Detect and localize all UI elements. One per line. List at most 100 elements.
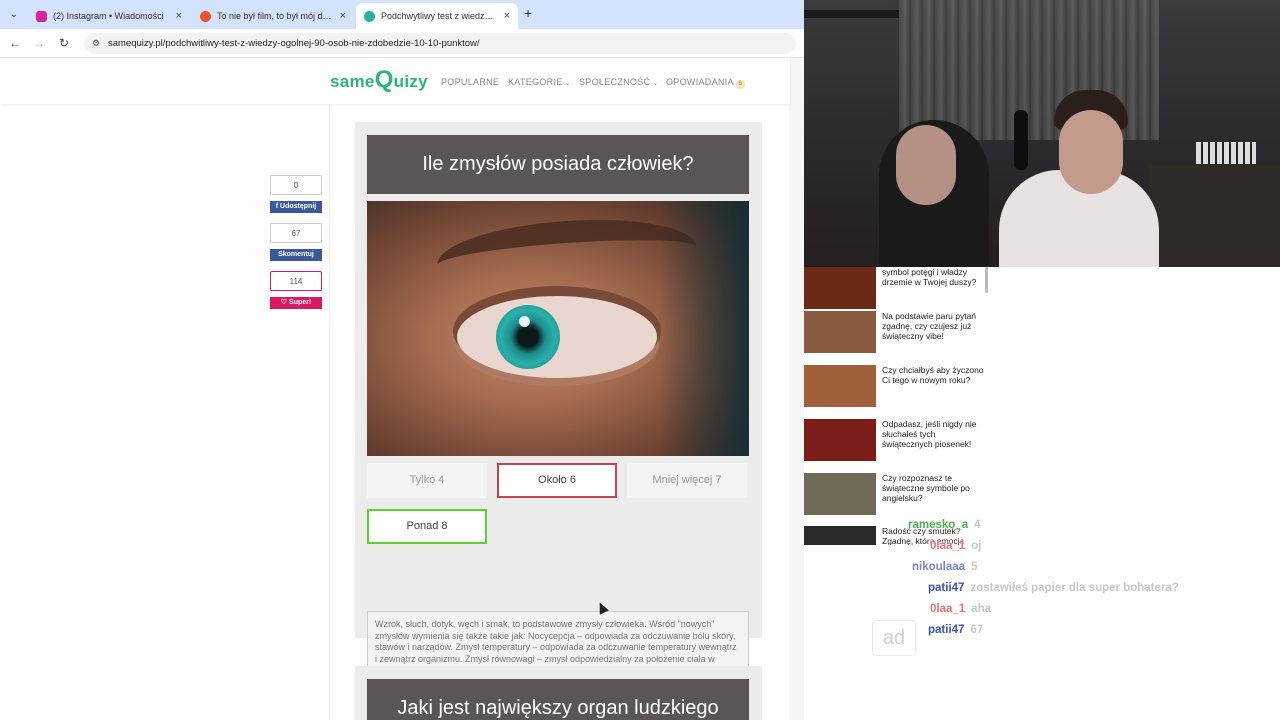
chat-text: zostawiłeś papier dla super bohatera? (970, 582, 1179, 594)
related-thumbnail (804, 526, 876, 545)
tab-title: (2) Instagram • Wiadomości (53, 11, 164, 21)
samequizy-favicon-icon (364, 10, 375, 22)
logo-text-suffix: uizy (393, 72, 428, 91)
answer-ponad-8[interactable]: Ponad 8 (367, 509, 487, 544)
answer-tylko-4[interactable]: Tylko 4 (367, 463, 487, 498)
question-card: Ile zmysłów posiada człowiek? Tylko 4 Ok… (355, 122, 762, 685)
chevron-down-icon: ⌄ (652, 80, 659, 87)
chat-username: 0laa_1 (930, 603, 966, 615)
chat-username: 0laa_1 (930, 540, 966, 552)
microphone (1014, 110, 1028, 170)
streamer-right-face (1059, 110, 1123, 194)
related-thumbnail (804, 311, 876, 353)
back-arrow-icon[interactable]: ← (7, 35, 23, 51)
nav-opowiadania[interactable]: OPOWIADANIA 6 (666, 77, 745, 89)
site-info-icon[interactable]: ⚙ (92, 33, 100, 54)
related-thumbnail (804, 267, 876, 309)
chat-message: 0laa_1 oj (930, 540, 981, 552)
image-shadow (659, 201, 749, 456)
comment-label: Skomentuj (278, 251, 314, 258)
related-title: Czy chciałbyś aby życzono Ci tego w nowy… (882, 365, 984, 385)
reload-icon[interactable]: ↻ (56, 35, 72, 51)
related-thumbnail (804, 365, 876, 407)
question-image-eye (367, 201, 749, 456)
next-question-card: Jaki jest największy organ ludzkiego (355, 666, 762, 720)
new-tab-button[interactable]: + (524, 5, 532, 21)
related-item[interactable]: symbol potęgi i władzy drzemie w Twojej … (804, 267, 984, 309)
forward-arrow-icon[interactable]: → (31, 35, 47, 51)
heart-icon: ♡ (280, 299, 290, 306)
tab-bar: ⌄ (2) Instagram • Wiadomości × To nie by… (0, 0, 804, 29)
nav-label: POPULARNE (441, 77, 500, 87)
chat-username: patii47 (928, 582, 965, 594)
instagram-icon (36, 10, 47, 22)
related-item[interactable]: Czy rozpoznasz te świąteczne symbole po … (804, 473, 984, 515)
chat-message: 0laa_1 aha (930, 603, 991, 615)
logo-text: same (330, 72, 375, 91)
question-title: Ile zmysłów posiada człowiek? (367, 135, 749, 194)
related-quizzes-panel: symbol potęgi i władzy drzemie w Twojej … (804, 267, 988, 545)
close-icon[interactable]: × (504, 10, 510, 22)
iris-shape (496, 305, 560, 369)
answer-mniej-wiecej-7[interactable]: Mniej więcej 7 (627, 463, 747, 498)
tab-title: Podchwytliwy test z wiedzy ogó (381, 11, 498, 21)
chat-username: ramesko_a (908, 519, 969, 531)
related-thumbnail (804, 473, 876, 515)
related-title: Czy rozpoznasz te świąteczne symbole po … (882, 473, 970, 503)
chat-username: patii47 (928, 624, 965, 636)
logo-q: Q (374, 66, 394, 93)
chevron-down-icon: ⌄ (564, 80, 571, 87)
chat-username: nikoulaaa (912, 561, 966, 573)
chat-message: patii47 zostawiłeś papier dla super bohat… (928, 582, 1179, 594)
chat-message: patii47 67 (928, 624, 983, 636)
overlay-background (988, 267, 1280, 720)
page-scrollbar[interactable] (789, 58, 804, 720)
tab-search-button[interactable]: ⌄ (5, 5, 23, 23)
webcam-feed (804, 0, 1280, 267)
browser-window: ⌄ (2) Instagram • Wiadomości × To nie by… (0, 0, 804, 720)
nav-popularne[interactable]: POPULARNE (441, 77, 499, 87)
comment-count: 67 (270, 223, 322, 243)
comment-button[interactable]: Skomentuj (270, 249, 322, 261)
chat-message: ramesko_a 4 (908, 519, 981, 531)
synth-keyboard (1196, 142, 1256, 164)
tab-samequizy[interactable]: Podchwytliwy test z wiedzy ogó × (356, 3, 518, 29)
nav-label: OPOWIADANIA (666, 77, 734, 87)
chat-text: aha (971, 603, 992, 615)
nav-label: KATEGORIE (508, 77, 563, 87)
share-label: Udostępnij (280, 203, 317, 210)
share-button[interactable]: f Udostępnij (270, 201, 322, 213)
tab-title: To nie był film, to był mój dzień (217, 11, 334, 21)
super-count: 114 (270, 271, 322, 291)
answer-okolo-6[interactable]: Około 6 (497, 463, 617, 498)
related-thumbnail (804, 419, 876, 461)
site-favicon-icon (200, 10, 211, 22)
web-page: sameQuizy POPULARNE KATEGORIE ⌄ SPOŁECZNO… (0, 58, 804, 720)
tab-video[interactable]: To nie był film, to był mój dzień × (192, 3, 354, 29)
nav-kategorie[interactable]: KATEGORIE ⌄ (508, 77, 571, 87)
eye-glint (519, 316, 530, 327)
close-icon[interactable]: × (340, 10, 346, 22)
chat-text: 5 (971, 561, 978, 573)
desk (1149, 165, 1280, 267)
chat-message: nikoulaaa 5 (912, 561, 977, 573)
share-count: 0 (270, 175, 322, 195)
related-item[interactable]: Na podstawie paru pytań zgadnę, czy czuj… (804, 311, 984, 353)
related-item[interactable]: Odpadasz, jeśli nigdy nie słuchałeś tych… (804, 419, 984, 461)
samequizy-logo[interactable]: sameQuizy (330, 66, 428, 94)
chat-text: oj (971, 540, 982, 552)
url-field[interactable]: ⚙ samequizy.pl/podchwitliwy-test-z-wiedz… (84, 33, 796, 54)
related-title: symbol potęgi i władzy drzemie w Twojej … (882, 267, 977, 287)
super-label: Super! (289, 299, 312, 306)
related-item[interactable]: Czy chciałbyś aby życzono Ci tego w nowy… (804, 365, 984, 407)
chat-text: 67 (970, 624, 984, 636)
nav-spolecznosc[interactable]: SPOŁECZNOŚĆ ⌄ (579, 77, 659, 87)
nav-label: SPOŁECZNOŚĆ (579, 77, 651, 87)
left-column (0, 58, 328, 720)
next-question-title: Jaki jest największy organ ludzkiego (367, 679, 749, 720)
super-button[interactable]: ♡ Super! (270, 297, 322, 309)
close-icon[interactable]: × (176, 10, 182, 22)
tab-instagram[interactable]: (2) Instagram • Wiadomości × (28, 3, 190, 29)
ad-badge: ad (872, 620, 916, 656)
stream-chat: ramesko_a 4 0laa_1 oj nikoulaaa 5 patii47 zo… (870, 516, 1280, 646)
